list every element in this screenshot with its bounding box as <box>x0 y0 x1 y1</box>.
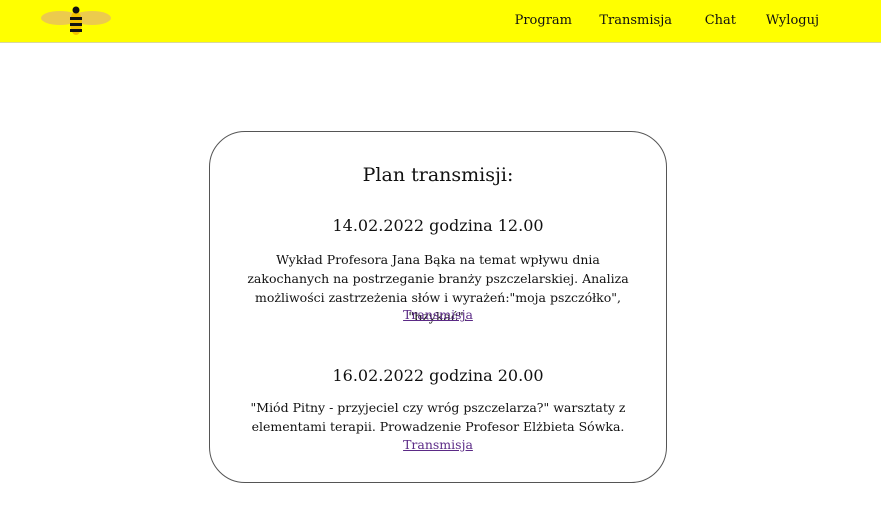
nav-transmisja-link[interactable]: Transmisja <box>599 13 672 28</box>
nav-program-link[interactable]: Program <box>515 13 572 28</box>
schedule-title: Plan transmisji: <box>362 164 514 186</box>
event-date: 14.02.2022 godzina 12.00 <box>332 216 544 235</box>
event-transmisja-link[interactable]: Transmisja <box>210 307 666 322</box>
bee-logo-icon[interactable] <box>40 4 112 38</box>
nav-chat-link[interactable]: Chat <box>705 13 736 28</box>
event-transmisja-link[interactable]: Transmisja <box>210 437 666 452</box>
nav-wyloguj-link[interactable]: Wyloguj <box>766 13 819 28</box>
top-navbar: Program Transmisja Chat Wyloguj <box>0 0 881 43</box>
schedule-card: Plan transmisji: 14.02.2022 godzina 12.0… <box>209 131 667 483</box>
event-date: 16.02.2022 godzina 20.00 <box>332 366 544 385</box>
event-description: "Miód Pitny - przyjeciel czy wróg pszcze… <box>250 400 626 434</box>
